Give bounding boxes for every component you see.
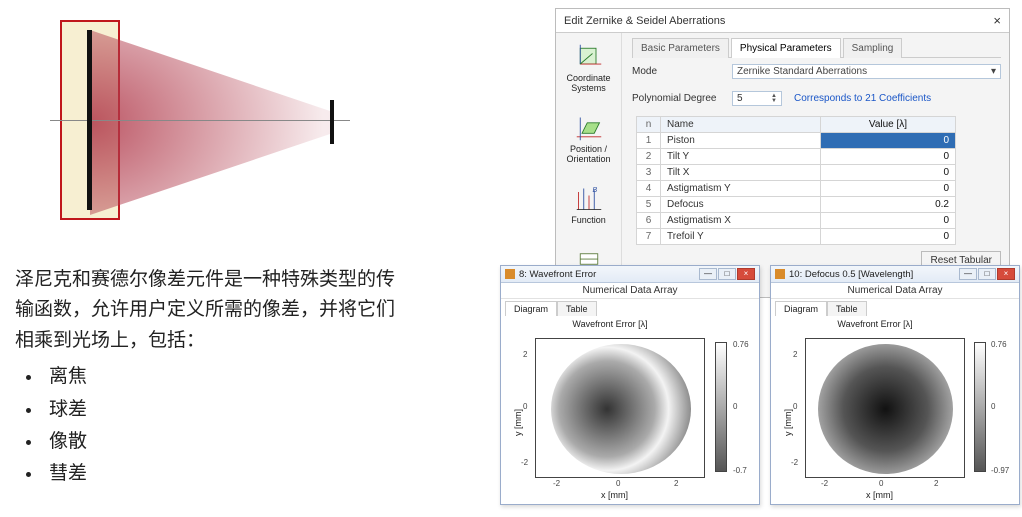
degree-value: 5 — [737, 93, 743, 104]
table-row[interactable]: 1Piston0 — [637, 133, 956, 149]
bullet-spherical: 球差 — [43, 395, 395, 425]
defocus-plot: Wavefront Error [λ] 0.76 0 -0.97 y [mm] … — [771, 316, 1019, 502]
app-icon — [775, 269, 785, 279]
description-block: 泽尼克和赛德尔像差元件是一种特殊类型的传输函数，允许用户定义所需的像差，并将它们… — [15, 265, 395, 492]
minimize-button[interactable]: — — [699, 268, 717, 280]
coefficient-table[interactable]: n Name Value [λ] 1Piston02Tilt Y03Tilt X… — [636, 116, 956, 245]
aberration-diagram — [40, 10, 330, 250]
minimize-button[interactable]: — — [959, 268, 977, 280]
side-label: Function — [571, 216, 606, 226]
wavefront-error-window: 8: Wavefront Error — □ × Numerical Data … — [500, 265, 760, 505]
chevron-down-icon: ▾ — [991, 66, 996, 77]
table-row[interactable]: 6Astigmatism X0 — [637, 213, 956, 229]
x-axis-label: x [mm] — [866, 490, 893, 500]
plot-title: Wavefront Error [λ] — [771, 319, 979, 329]
mode-select[interactable]: Zernike Standard Aberrations ▾ — [732, 64, 1001, 79]
close-button[interactable]: × — [997, 268, 1015, 280]
table-row[interactable]: 3Tilt X0 — [637, 165, 956, 181]
window-title-text: 8: Wavefront Error — [519, 269, 596, 280]
light-cone-icon — [90, 30, 335, 215]
window-subtitle: Numerical Data Array — [501, 283, 759, 299]
side-label: Coordinate Systems — [562, 74, 615, 94]
wavefront-plot: Wavefront Error [λ] 0.76 0 -0.7 y [mm] x… — [501, 316, 759, 502]
bullet-astigmatism: 像散 — [43, 427, 395, 457]
colorbar — [715, 342, 727, 472]
window-titlebar: 10: Defocus 0.5 [Wavelength] — □ × — [771, 266, 1019, 283]
tab-diagram[interactable]: Diagram — [505, 301, 557, 316]
tab-table[interactable]: Table — [557, 301, 597, 316]
side-position-orientation[interactable]: Position / Orientation — [560, 108, 617, 171]
window-subtitle: Numerical Data Array — [771, 283, 1019, 299]
side-coordinate-systems[interactable]: Coordinate Systems — [560, 37, 617, 100]
maximize-button[interactable]: □ — [978, 268, 996, 280]
plane-axes-icon — [575, 114, 603, 142]
degree-label: Polynomial Degree — [632, 93, 732, 104]
cube-axes-icon — [575, 43, 603, 71]
defocus-window: 10: Defocus 0.5 [Wavelength] — □ × Numer… — [770, 265, 1020, 505]
tab-diagram[interactable]: Diagram — [775, 301, 827, 316]
mode-label: Mode — [632, 66, 732, 77]
plot-title: Wavefront Error [λ] — [501, 319, 719, 329]
dialog-side-nav: Coordinate Systems Position / Orientatio… — [556, 33, 622, 295]
tab-basic-parameters[interactable]: Basic Parameters — [632, 38, 729, 58]
maximize-button[interactable]: □ — [718, 268, 736, 280]
svg-text:B: B — [592, 187, 597, 194]
optical-axis-line — [50, 120, 350, 121]
mode-select-value: Zernike Standard Aberrations — [737, 66, 867, 77]
dialog-tabs: Basic Parameters Physical Parameters Sam… — [632, 37, 1001, 58]
side-function[interactable]: B Function — [560, 179, 617, 232]
close-button[interactable]: × — [737, 268, 755, 280]
y-axis-label: y [mm] — [513, 409, 523, 436]
dialog-title-text: Edit Zernike & Seidel Aberrations — [564, 15, 725, 27]
bullet-coma: 彗差 — [43, 459, 395, 489]
x-axis-label: x [mm] — [601, 490, 628, 500]
window-titlebar: 8: Wavefront Error — □ × — [501, 266, 759, 283]
coefficients-link[interactable]: Corresponds to 21 Coefficients — [794, 93, 931, 104]
table-row[interactable]: 2Tilt Y0 — [637, 149, 956, 165]
table-row[interactable]: 4Astigmatism Y0 — [637, 181, 956, 197]
close-icon[interactable]: × — [993, 13, 1001, 28]
y-axis-label: y [mm] — [783, 409, 793, 436]
image-plane-bar — [330, 100, 334, 144]
degree-spinbox[interactable]: 5 ▲▼ — [732, 91, 782, 106]
table-row[interactable]: 5Defocus0.2 — [637, 197, 956, 213]
app-icon — [505, 269, 515, 279]
description-paragraph: 泽尼克和赛德尔像差元件是一种特殊类型的传输函数，允许用户定义所需的像差，并将它们… — [15, 265, 395, 356]
table-row[interactable]: 7Trefoil Y0 — [637, 229, 956, 245]
tab-physical-parameters[interactable]: Physical Parameters — [731, 38, 841, 58]
tab-table[interactable]: Table — [827, 301, 867, 316]
bullet-defocus: 离焦 — [43, 362, 395, 392]
tab-sampling[interactable]: Sampling — [843, 38, 903, 58]
aberration-dialog: Edit Zernike & Seidel Aberrations × Coor… — [555, 8, 1010, 298]
grating-icon: B — [575, 185, 603, 213]
spinner-icon: ▲▼ — [771, 94, 777, 104]
lens-element-bar — [87, 30, 92, 210]
dialog-titlebar: Edit Zernike & Seidel Aberrations × — [556, 9, 1009, 33]
window-title-text: 10: Defocus 0.5 [Wavelength] — [789, 269, 913, 280]
side-label: Position / Orientation — [562, 145, 615, 165]
colorbar — [974, 342, 986, 472]
